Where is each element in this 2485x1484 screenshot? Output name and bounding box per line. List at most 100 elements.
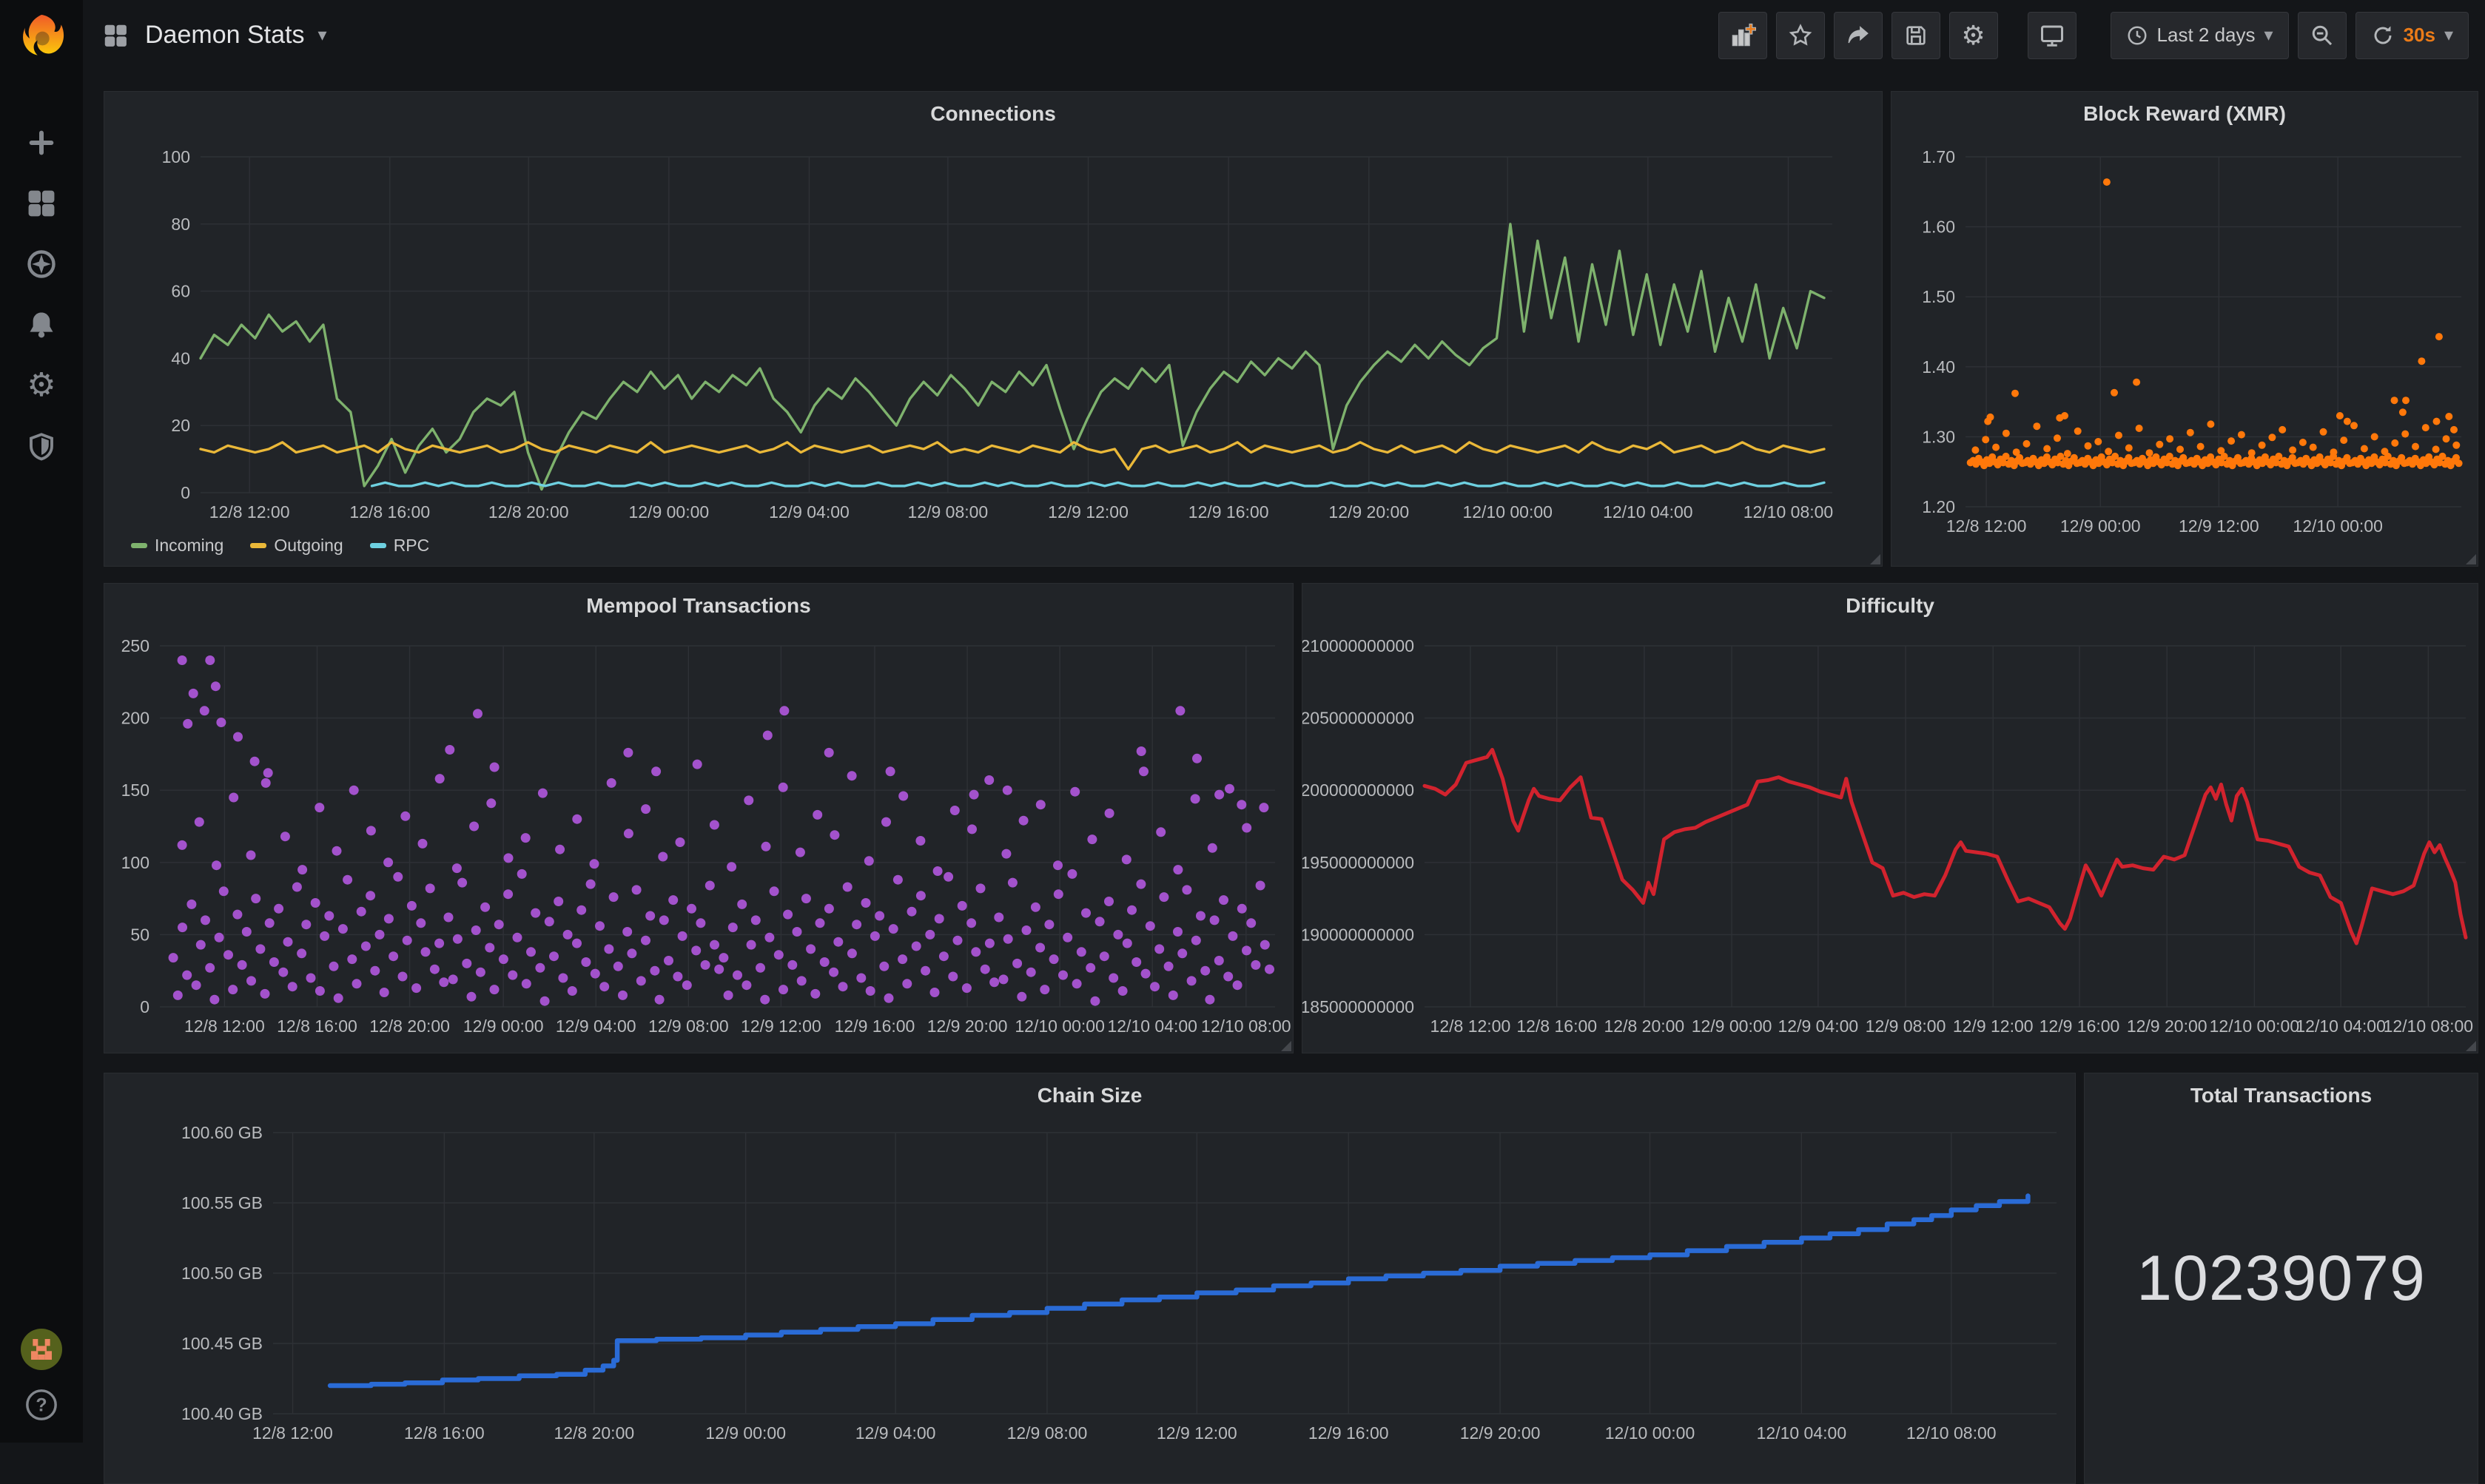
- star-button[interactable]: [1776, 12, 1825, 59]
- svg-text:12/10 04:00: 12/10 04:00: [2296, 1016, 2386, 1036]
- svg-text:12/9 00:00: 12/9 00:00: [1692, 1016, 1772, 1036]
- svg-text:12/9 12:00: 12/9 12:00: [1157, 1423, 1237, 1443]
- alerting-bell-icon[interactable]: [24, 308, 58, 342]
- svg-text:12/8 12:00: 12/8 12:00: [252, 1423, 333, 1443]
- svg-text:12/9 00:00: 12/9 00:00: [2060, 516, 2141, 536]
- svg-text:12/8 12:00: 12/8 12:00: [1430, 1016, 1511, 1036]
- time-range-caret-icon: ▾: [2264, 24, 2273, 46]
- clock-icon: [2126, 24, 2148, 47]
- refresh-picker[interactable]: 30s ▾: [2355, 12, 2469, 59]
- configuration-gear-icon[interactable]: ⚙: [24, 368, 58, 402]
- svg-text:150: 150: [121, 780, 149, 800]
- svg-text:12/9 16:00: 12/9 16:00: [1308, 1423, 1389, 1443]
- svg-text:12/9 04:00: 12/9 04:00: [556, 1016, 636, 1036]
- sidebar: ⚙ ?: [0, 0, 83, 1443]
- panel-title-connections[interactable]: Connections: [104, 102, 1882, 126]
- svg-text:12/9 20:00: 12/9 20:00: [1460, 1423, 1541, 1443]
- block-reward-chart[interactable]: 1.201.301.401.501.601.7012/8 12:0012/9 0…: [1892, 92, 2478, 566]
- legend-item-rpc[interactable]: RPC: [370, 536, 430, 556]
- save-button[interactable]: [1892, 12, 1940, 59]
- cycle-view-monitor-button[interactable]: [2028, 12, 2077, 59]
- svg-text:12/9 20:00: 12/9 20:00: [1328, 502, 1409, 522]
- svg-text:12/9 08:00: 12/9 08:00: [1866, 1016, 1946, 1036]
- server-admin-shield-icon[interactable]: [24, 429, 58, 463]
- difficulty-chart[interactable]: 1850000000001900000000001950000000002000…: [1302, 584, 2478, 1053]
- svg-text:200: 200: [121, 709, 149, 728]
- svg-text:12/9 04:00: 12/9 04:00: [769, 502, 850, 522]
- svg-text:12/8 16:00: 12/8 16:00: [277, 1016, 357, 1036]
- block_reward-svg: 1.201.301.401.501.601.7012/8 12:0012/9 0…: [1892, 92, 2478, 566]
- panel-title-total-transactions[interactable]: Total Transactions: [2085, 1084, 2478, 1107]
- svg-text:12/9 16:00: 12/9 16:00: [1188, 502, 1269, 522]
- dashboard-title[interactable]: Daemon Stats: [145, 21, 304, 50]
- svg-text:12/8 20:00: 12/8 20:00: [554, 1423, 634, 1443]
- mempool-chart[interactable]: 05010015020025012/8 12:0012/8 16:0012/8 …: [104, 584, 1293, 1053]
- svg-text:12/9 16:00: 12/9 16:00: [835, 1016, 915, 1036]
- svg-text:200000000000: 200000000000: [1302, 780, 1414, 800]
- svg-text:100.55 GB: 100.55 GB: [181, 1193, 263, 1213]
- svg-text:12/9 20:00: 12/9 20:00: [927, 1016, 1008, 1036]
- total-transactions-value: 10239079: [2085, 1073, 2478, 1483]
- help-icon[interactable]: ?: [24, 1388, 58, 1426]
- panel-title-difficulty[interactable]: Difficulty: [1302, 594, 2478, 618]
- connections-chart[interactable]: 02040608010012/8 12:0012/8 16:0012/8 20:…: [104, 92, 1882, 566]
- share-button[interactable]: [1834, 12, 1883, 59]
- svg-text:12/10 00:00: 12/10 00:00: [2210, 1016, 2300, 1036]
- svg-text:12/9 16:00: 12/9 16:00: [2040, 1016, 2120, 1036]
- panel-resize-handle[interactable]: [2466, 554, 2476, 564]
- svg-text:12/8 20:00: 12/8 20:00: [369, 1016, 450, 1036]
- svg-text:20: 20: [171, 416, 190, 435]
- svg-text:100.45 GB: 100.45 GB: [181, 1334, 263, 1353]
- svg-text:12/10 04:00: 12/10 04:00: [1603, 502, 1693, 522]
- svg-text:12/9 04:00: 12/9 04:00: [1778, 1016, 1858, 1036]
- chain-size-chart[interactable]: 100.40 GB100.45 GB100.50 GB100.55 GB100.…: [104, 1073, 2075, 1483]
- svg-text:100.40 GB: 100.40 GB: [181, 1404, 263, 1423]
- legend-item-incoming[interactable]: Incoming: [131, 536, 223, 556]
- refresh-icon: [2371, 24, 2395, 47]
- svg-text:80: 80: [171, 215, 190, 234]
- grafana-logo-icon[interactable]: [0, 0, 83, 70]
- svg-text:100: 100: [162, 147, 190, 166]
- explore-compass-icon[interactable]: [24, 247, 58, 281]
- svg-text:12/9 08:00: 12/9 08:00: [908, 502, 989, 522]
- svg-text:12/9 12:00: 12/9 12:00: [2179, 516, 2259, 536]
- settings-gear-button[interactable]: ⚙: [1949, 12, 1998, 59]
- panel-total-transactions: Total Transactions 10239079: [2084, 1073, 2478, 1484]
- svg-text:?: ?: [36, 1395, 47, 1416]
- user-avatar[interactable]: [21, 1329, 62, 1374]
- dashboard-title-caret-icon[interactable]: ▾: [317, 24, 326, 46]
- svg-text:1.60: 1.60: [1922, 217, 1955, 237]
- panel-resize-handle[interactable]: [2466, 1041, 2476, 1051]
- panel-title-chain-size[interactable]: Chain Size: [104, 1084, 2075, 1107]
- panel-title-block-reward[interactable]: Block Reward (XMR): [1892, 102, 2478, 126]
- create-icon[interactable]: [24, 126, 58, 160]
- svg-text:12/10 04:00: 12/10 04:00: [1757, 1423, 1847, 1443]
- svg-text:1.70: 1.70: [1922, 147, 1955, 166]
- legend-swatch-rpc: [370, 543, 386, 548]
- svg-text:40: 40: [171, 348, 190, 368]
- svg-text:12/10 08:00: 12/10 08:00: [1906, 1423, 1997, 1443]
- panel-title-mempool[interactable]: Mempool Transactions: [104, 594, 1293, 618]
- dashboard-grid-icon[interactable]: [99, 19, 132, 52]
- svg-text:12/8 16:00: 12/8 16:00: [404, 1423, 485, 1443]
- difficulty-svg: 1850000000001900000000001950000000002000…: [1302, 584, 2478, 1053]
- dashboards-icon[interactable]: [24, 186, 58, 220]
- svg-text:12/8 12:00: 12/8 12:00: [209, 502, 290, 522]
- zoom-out-button[interactable]: [2298, 12, 2347, 59]
- panel-resize-handle[interactable]: [1281, 1041, 1291, 1051]
- svg-text:195000000000: 195000000000: [1302, 853, 1414, 872]
- svg-text:205000000000: 205000000000: [1302, 709, 1414, 728]
- panel-difficulty: Difficulty 18500000000019000000000019500…: [1302, 583, 2478, 1053]
- legend-item-outgoing[interactable]: Outgoing: [250, 536, 343, 556]
- panel-resize-handle[interactable]: [1870, 554, 1880, 564]
- svg-text:12/9 12:00: 12/9 12:00: [1953, 1016, 2034, 1036]
- svg-text:60: 60: [171, 282, 190, 301]
- time-range-picker[interactable]: Last 2 days ▾: [2111, 12, 2289, 59]
- svg-text:12/8 16:00: 12/8 16:00: [349, 502, 430, 522]
- svg-text:12/8 12:00: 12/8 12:00: [1946, 516, 2027, 536]
- svg-text:100.50 GB: 100.50 GB: [181, 1264, 263, 1283]
- svg-text:210000000000: 210000000000: [1302, 636, 1414, 655]
- svg-text:0: 0: [181, 483, 190, 502]
- add-panel-button[interactable]: [1718, 12, 1767, 59]
- panel-mempool: Mempool Transactions 05010015020025012/8…: [104, 583, 1294, 1053]
